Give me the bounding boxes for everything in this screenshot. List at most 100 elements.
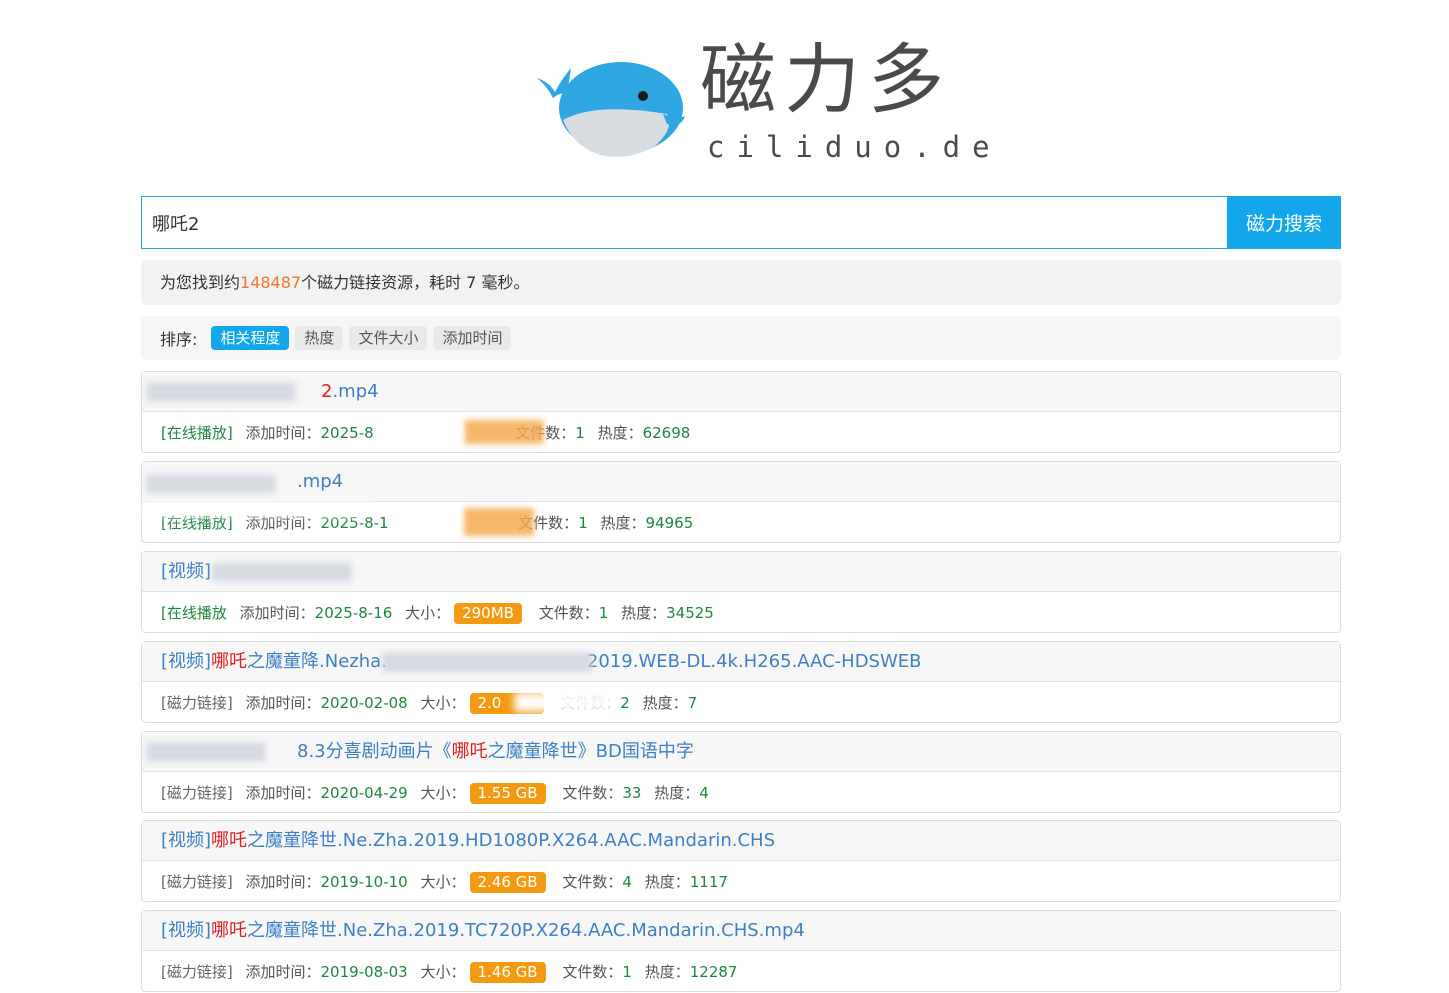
stats-suffix: 个磁力链接资源，耗时 7 毫秒。 — [301, 273, 530, 292]
files-count: 1 — [598, 604, 609, 622]
added-date: 2025-8-1 — [320, 514, 389, 532]
title-highlight: 哪吒 — [211, 830, 248, 851]
result-title-link[interactable]: [视频] — [142, 552, 1340, 592]
added-date: 2020-04-29 — [320, 784, 408, 802]
files-count: 1 — [575, 424, 585, 442]
result-item: .mp4 [在线播放] 添加时间：2025-8-1 文件数：1 热度：94965 — [141, 461, 1341, 543]
added-label: 添加时间： — [245, 514, 321, 532]
title-highlight: 哪吒 — [451, 741, 488, 762]
search-form: 磁力搜索 — [141, 196, 1341, 249]
result-title-link[interactable]: [视频]哪吒之魔童降世.Ne.Zha.2019.HD1080P.X264.AAC… — [142, 821, 1340, 861]
result-meta: [磁力链接] 添加时间：2020-02-08 大小：2.0 文件数：2 热度：7 — [142, 682, 1340, 722]
heat-label: 热度： — [644, 963, 690, 981]
added-date: 2019-08-03 — [320, 963, 408, 981]
heat-value: 62698 — [642, 424, 691, 442]
added-date: 2025-8 — [320, 424, 374, 442]
whale-logo-icon[interactable] — [535, 58, 687, 158]
result-item: 8.3分喜剧动画片《哪吒之魔童降世》BD国语中字 [磁力链接] 添加时间：202… — [141, 731, 1341, 813]
title-prefix: 8.3分喜剧动画片《 — [297, 741, 452, 762]
result-title-link[interactable]: 8.3分喜剧动画片《哪吒之魔童降世》BD国语中字 — [142, 732, 1340, 772]
added-label: 添加时间： — [239, 604, 315, 622]
sort-date[interactable]: 添加时间 — [433, 326, 512, 350]
title-prefix: [视频] — [161, 920, 212, 941]
size-badge: 2.46 GB — [469, 872, 546, 893]
heat-label: 热度： — [654, 784, 700, 802]
files-label: 文件数： — [562, 873, 623, 891]
magnet-link[interactable]: [磁力链接] — [161, 963, 233, 981]
title-highlight: 哪吒 — [211, 920, 248, 941]
stats-count: 148487 — [240, 273, 302, 292]
result-meta: [磁力链接] 添加时间：2019-10-10 大小： 2.46 GB 文件数：4 … — [142, 861, 1340, 901]
size-label: 大小： — [420, 963, 466, 981]
heat-label: 热度： — [642, 694, 688, 712]
added-label: 添加时间： — [245, 694, 321, 712]
heat-value: 4 — [699, 784, 709, 802]
heat-label: 热度： — [644, 873, 690, 891]
added-date: 2025-8-16 — [314, 604, 393, 622]
play-online-link[interactable]: [在线播放] — [161, 514, 233, 532]
stats-prefix: 为您找到约 — [160, 273, 241, 292]
added-label: 添加时间： — [245, 424, 321, 442]
result-title-link[interactable]: [视频]哪吒之魔童降.Nezha. 2019.WEB-DL.4k.H265.AAC… — [142, 642, 1340, 682]
title-text: 之魔童降.Nezha. — [247, 651, 387, 672]
play-online-link[interactable]: [在线播放] — [161, 424, 233, 442]
title-text: 之魔童降世.Ne.Zha.2019.HD1080P.X264.AAC.Manda… — [247, 830, 776, 851]
heat-value: 94965 — [645, 514, 694, 532]
result-meta: [在线播放 添加时间：2025-8-16 大小： 290MB 文件数：1 热度：3… — [142, 592, 1340, 632]
search-button[interactable]: 磁力搜索 — [1227, 196, 1341, 249]
heat-value: 7 — [687, 694, 698, 712]
result-item: [视频]哪吒之魔童降世.Ne.Zha.2019.TC720P.X264.AAC.… — [141, 910, 1341, 992]
size-label: 大小： — [420, 873, 466, 891]
title-highlight: 哪吒 — [211, 651, 248, 672]
heat-value: 34525 — [666, 604, 714, 622]
magnet-link[interactable]: [磁力链接] — [161, 873, 233, 891]
heat-label: 热度： — [621, 604, 667, 622]
sort-heat[interactable]: 热度 — [295, 326, 344, 350]
play-online-link[interactable]: [在线播放 — [161, 604, 227, 622]
size-badge: 1.46 GB — [469, 962, 546, 983]
size-label: 大小： — [420, 694, 466, 712]
sort-size[interactable]: 文件大小 — [349, 326, 428, 350]
sort-relevance[interactable]: 相关程度 — [211, 326, 290, 350]
title-text: .mp4 — [297, 471, 344, 492]
result-stats: 为您找到约148487个磁力链接资源，耗时 7 毫秒。 — [141, 260, 1341, 305]
files-label: 文件数： — [562, 784, 623, 802]
size-label: 大小： — [405, 604, 451, 622]
title-text: .mp4 — [332, 381, 379, 402]
heat-value: 1117 — [689, 873, 728, 891]
result-title-link[interactable]: 2.mp4 — [142, 372, 1340, 412]
files-label: 文件数： — [562, 963, 623, 981]
added-label: 添加时间： — [245, 784, 321, 802]
result-meta: [磁力链接] 添加时间：2019-08-03 大小： 1.46 GB 文件数：1 … — [142, 951, 1340, 991]
added-label: 添加时间： — [245, 873, 321, 891]
title-text: 之魔童降世》BD国语中字 — [487, 741, 694, 762]
heat-label: 热度： — [600, 514, 646, 532]
magnet-link[interactable]: [磁力链接] — [161, 784, 233, 802]
size-badge: 290MB — [454, 603, 522, 624]
site-header: 磁力多 ciliduo.de — [0, 0, 1449, 190]
size-label: 大小： — [420, 784, 466, 802]
search-input[interactable] — [141, 196, 1227, 249]
result-title-link[interactable]: .mp4 — [142, 462, 1340, 502]
files-count: 1 — [578, 514, 588, 532]
title-prefix: [视频] — [161, 561, 212, 582]
files-count: 33 — [622, 784, 642, 802]
result-item: 2.mp4 [在线播放] 添加时间：2025-8 文件数：1 热度：62698 — [141, 371, 1341, 453]
title-tail: 2019.WEB-DL.4k.H265.AAC-HDSWEB — [586, 651, 922, 672]
title-highlight: 2 — [321, 381, 333, 402]
heat-label: 热度： — [597, 424, 643, 442]
sort-bar: 排序: 相关程度 热度 文件大小 添加时间 — [141, 316, 1341, 360]
result-item: [视频]哪吒之魔童降.Nezha. 2019.WEB-DL.4k.H265.AAC… — [141, 641, 1341, 723]
result-title-link[interactable]: [视频]哪吒之魔童降世.Ne.Zha.2019.TC720P.X264.AAC.… — [142, 911, 1340, 951]
files-count: 1 — [622, 963, 632, 981]
brand-domain: ciliduo.de — [707, 130, 1002, 164]
title-prefix: [视频] — [161, 651, 212, 672]
result-item: [视频]哪吒之魔童降世.Ne.Zha.2019.HD1080P.X264.AAC… — [141, 820, 1341, 902]
title-text: 之魔童降世.Ne.Zha.2019.TC720P.X264.AAC.Mandar… — [247, 920, 805, 941]
result-meta: [在线播放] 添加时间：2025-8-1 文件数：1 热度：94965 — [142, 502, 1340, 542]
added-date: 2020-02-08 — [320, 694, 408, 712]
result-item: [视频] [在线播放 添加时间：2025-8-16 大小： 290MB 文件数：1… — [141, 551, 1341, 633]
magnet-link[interactable]: [磁力链接] — [161, 694, 233, 712]
result-meta: [磁力链接] 添加时间：2020-04-29 大小： 1.55 GB 文件数：33… — [142, 772, 1340, 812]
brand-name: 磁力多 — [700, 35, 952, 124]
